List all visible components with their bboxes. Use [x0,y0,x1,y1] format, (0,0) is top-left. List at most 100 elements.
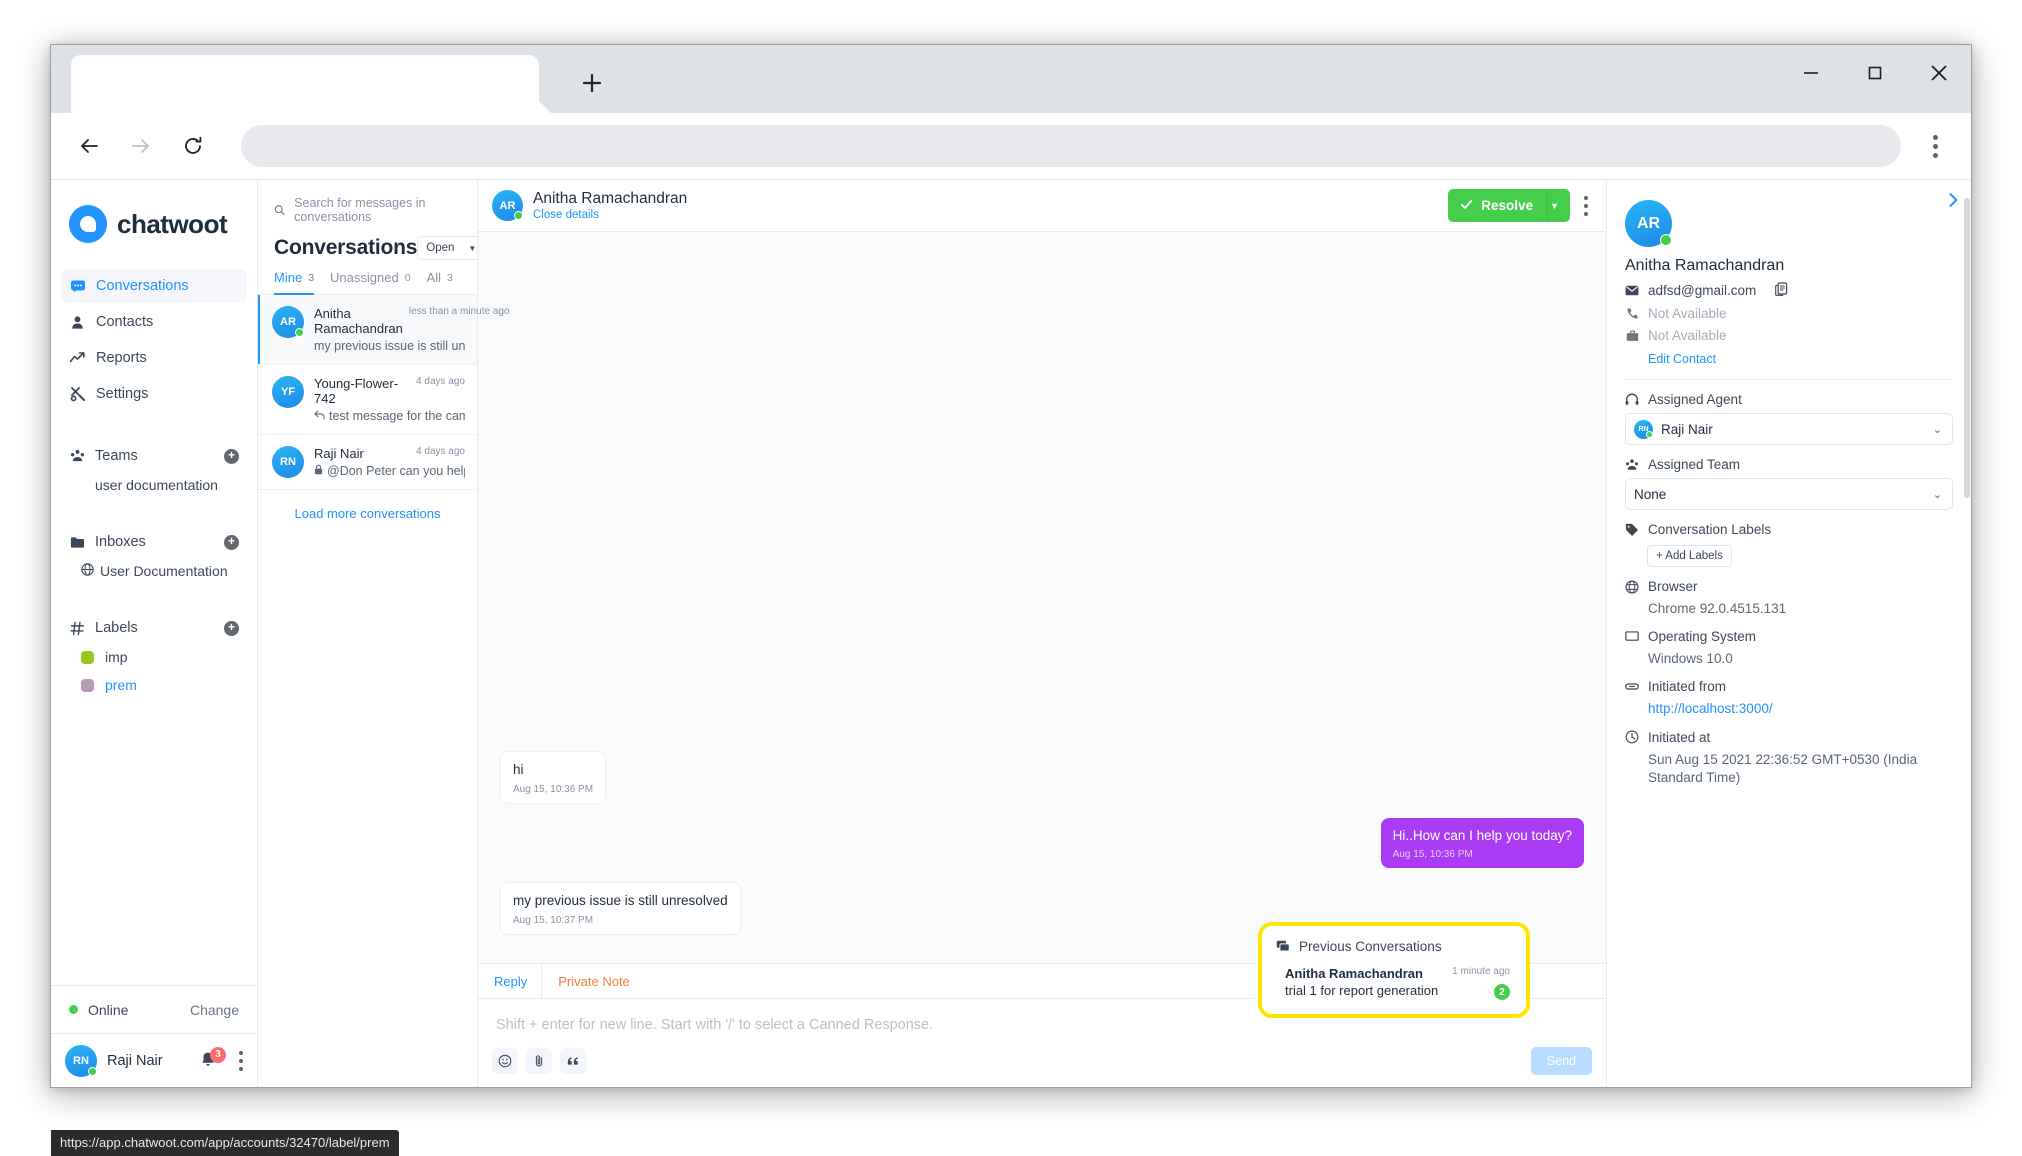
sidebar-item-conversations[interactable]: Conversations [61,269,247,303]
conversation-list-panel: Search for messages in conversations Con… [258,180,510,1087]
back-button[interactable] [65,122,113,170]
copy-icon[interactable] [1775,282,1788,299]
forward-button[interactable] [117,122,165,170]
phone-icon [1625,307,1639,321]
avatar: YF [272,376,304,408]
reply-input-placeholder: Shift + enter for new line. Start with '… [496,1017,934,1033]
conversation-list-item[interactable]: RN Raji Nair 4 days ago @Don Peter can y… [258,435,477,490]
contact-phone: Not Available [1648,306,1727,321]
chatwoot-app: chatwoot Conversations Contacts Reports … [51,179,1971,1087]
sidebar-item-label: Settings [96,386,149,402]
sidebar-nav: Conversations Contacts Reports Settings [51,269,257,413]
sidebar-inbox-item[interactable]: User Documentation [51,557,257,585]
globe-icon [81,563,94,579]
page-title: Conversations [274,236,418,259]
add-inbox-button[interactable]: + [224,534,239,550]
browser-menu-button[interactable] [1913,124,1957,168]
contact-details-scroll: AR Anitha Ramachandran adfsd@gmail.com N… [1607,180,1971,1087]
conversation-preview: my previous issue is still unresolved [314,339,465,353]
search-icon [274,205,285,216]
tools-icon [69,386,86,403]
initiated-at-label: Initiated at [1648,729,1711,745]
notifications-button[interactable]: 3 [199,1046,226,1071]
search-conversations[interactable]: Search for messages in conversations [258,180,477,234]
label-color-swatch [81,650,94,664]
maximize-button[interactable] [1843,45,1907,101]
forward-arrow-icon [132,139,149,153]
avatar-initials: AR [280,316,296,328]
tab-all[interactable]: All 3 [427,270,453,295]
brand-logo[interactable]: chatwoot [51,180,257,269]
avatar-initials: RN [73,1054,89,1067]
sidebar-footer: Online Change RN Raji Nair 3 [51,985,257,1087]
kebab-menu-icon [239,1050,243,1071]
presence-dot-icon [1646,430,1653,438]
browser-tabstrip [51,45,1971,113]
add-labels-button[interactable]: + Add Labels [1647,545,1732,567]
sidebar-label-prem[interactable]: prem [51,671,257,699]
chevron-down-icon: ⌄ [1932,488,1942,501]
sidebar-item-contacts[interactable]: Contacts [61,305,247,339]
assigned-agent-value: Raji Nair [1661,421,1713,437]
agent-menu-button[interactable] [239,1050,243,1071]
sidebar-item-label: Conversations [96,278,189,294]
contact-phone-row: Not Available [1625,306,1953,321]
os-label-row: Operating System [1625,629,1953,644]
sidebar-team-item[interactable]: user documentation [51,471,257,499]
avatar: RN [1634,419,1653,439]
assigned-team-label-row: Assigned Team [1625,457,1953,472]
new-tab-button[interactable] [565,60,619,106]
previous-conversation-item[interactable]: Anitha Ramachandran trial 1 for report g… [1276,966,1510,1000]
send-button[interactable]: Send [1530,1047,1592,1075]
tab-label: All [426,270,441,285]
conversations-icon [1276,940,1290,954]
sidebar-item-settings[interactable]: Settings [61,377,247,411]
current-agent-row[interactable]: RN Raji Nair 3 [51,1033,257,1087]
tab-reply[interactable]: Reply [492,964,543,998]
assigned-agent-select[interactable]: RN Raji Nair ⌄ [1625,413,1953,445]
back-arrow-icon [81,139,98,153]
search-input[interactable]: Search for messages in conversations [294,196,463,224]
resolve-dropdown-toggle[interactable]: ▼ [1547,189,1570,222]
monitor-icon [1625,630,1639,644]
browser-tab[interactable] [71,55,539,113]
add-label-button[interactable]: + [224,620,239,636]
assigned-team-select[interactable]: None ⌄ [1625,478,1953,510]
chevron-down-icon: ▼ [468,243,477,253]
sidebar-label-imp[interactable]: imp [51,643,257,671]
address-bar[interactable] [241,125,1901,167]
resolve-button[interactable]: Resolve ▼ [1448,189,1570,222]
conversation-menu-button[interactable] [1584,195,1588,216]
load-more-conversations-button[interactable]: Load more conversations [258,490,477,537]
previous-conversations-card: Previous Conversations Anitha Ramachandr… [1258,922,1530,1018]
contact-email-row: adfsd@gmail.com [1625,282,1953,299]
conversation-labels-label-row: Conversation Labels [1625,522,1953,537]
os-value: Windows 10.0 [1648,651,1733,667]
sidebar-item-reports[interactable]: Reports [61,341,247,375]
status-filter-dropdown[interactable]: Open ▼ [417,236,482,260]
message-bubble-incoming: my previous issue is still unresolved Au… [500,882,741,935]
tab-unassigned[interactable]: Unassigned 0 [330,270,411,295]
initiated-from-value[interactable]: http://localhost:3000/ [1648,700,1953,718]
conversation-list-item[interactable]: YF Young-Flower-742 4 days ago test mess… [258,365,477,435]
resolve-button-label: Resolve [1481,198,1534,213]
close-window-button[interactable] [1907,45,1971,101]
reload-button[interactable] [169,122,217,170]
change-status-button[interactable]: Change [190,1002,239,1018]
panel-scrollbar[interactable] [1964,198,1970,498]
add-team-button[interactable]: + [224,448,239,464]
tab-mine[interactable]: Mine 3 [274,270,315,295]
avatar-initials: RN [280,456,296,468]
attachment-icon[interactable] [526,1048,552,1074]
minimize-button[interactable] [1779,45,1843,101]
kebab-menu-icon [1932,134,1938,158]
resolve-button-main[interactable]: Resolve [1448,189,1548,222]
close-details-button[interactable]: Close details [533,209,687,221]
initiated-from-label: Initiated from [1648,679,1727,695]
tab-private-note[interactable]: Private Note [556,964,644,998]
sidebar-label-text: imp [105,649,128,665]
conversation-list-item[interactable]: AR Anitha Ramachandran less than a minut… [258,295,510,365]
canned-response-icon[interactable] [560,1048,586,1074]
edit-contact-button[interactable]: Edit Contact [1648,352,1953,366]
emoji-icon[interactable] [492,1048,518,1074]
